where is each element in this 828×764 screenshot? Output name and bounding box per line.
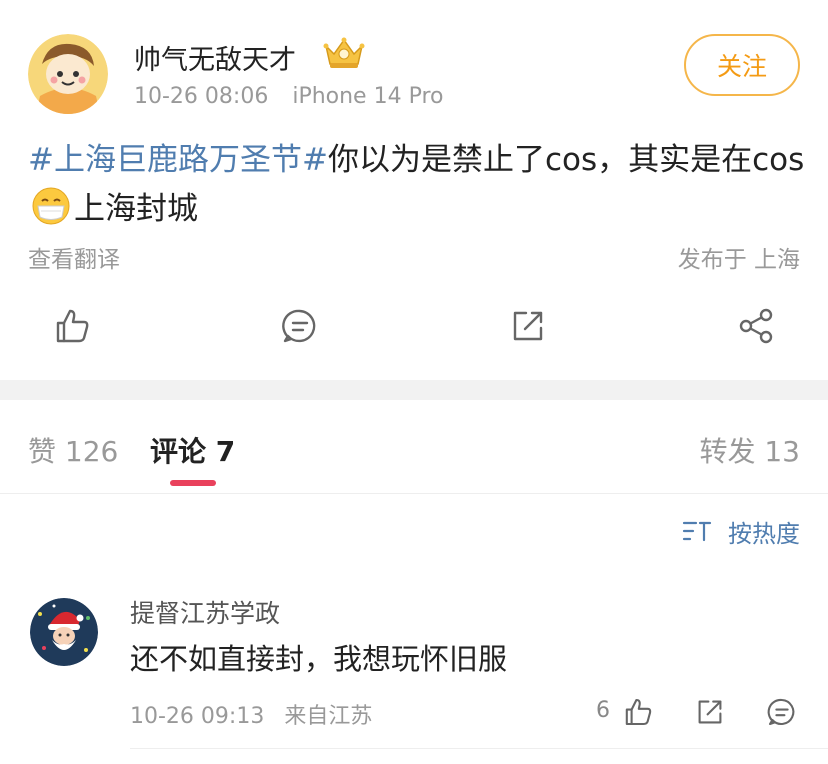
share-icon[interactable] [736, 306, 776, 346]
repost-icon[interactable] [508, 306, 548, 346]
interaction-tabs: 赞 126 评论 7 转发 13 [0, 400, 828, 494]
post-text-part1: 你以为是禁止了cos，其实是在cos [327, 142, 805, 178]
comment-source: 来自江苏 [284, 704, 373, 729]
santa-avatar-image [30, 598, 98, 666]
comment-meta: 10-26 09:13 来自江苏 [130, 698, 372, 730]
comment-time: 10-26 09:13 [130, 704, 265, 729]
tab-likes[interactable]: 赞 126 [28, 430, 118, 470]
commenter-avatar[interactable] [30, 598, 98, 666]
post-content: #上海巨鹿路万圣节#你以为是禁止了cos，其实是在cos 上海封城 [28, 136, 808, 234]
comment-like-icon[interactable] [622, 696, 654, 728]
author-name[interactable]: 帅气无敌天才 [134, 38, 296, 77]
sort-label: 按热度 [728, 519, 800, 548]
comment-reply-icon[interactable] [766, 696, 798, 728]
comment-divider [130, 748, 828, 749]
vip-crown-icon[interactable] [322, 36, 366, 70]
post-text-part2: 上海封城 [74, 191, 198, 227]
tab-comments[interactable]: 评论 7 [150, 430, 235, 470]
active-tab-indicator [170, 480, 216, 486]
tab-reposts[interactable]: 转发 13 [699, 430, 800, 470]
sort-by-hot-button[interactable]: 按热度 [682, 514, 800, 548]
post-card: 帅气无敌天才 10-26 08:06 iPhone 14 Pro 关注 #上海巨鹿… [0, 0, 828, 380]
sort-icon [682, 519, 714, 543]
translate-link[interactable]: 查看翻译 [28, 240, 120, 274]
post-device: iPhone 14 Pro [292, 84, 444, 109]
weibo-post-screen: 帅气无敌天才 10-26 08:06 iPhone 14 Pro 关注 #上海巨鹿… [0, 0, 828, 764]
post-time: 10-26 08:06 [134, 84, 269, 109]
commenter-name[interactable]: 提督江苏学政 [130, 594, 280, 630]
post-location: 发布于 上海 [677, 247, 800, 273]
comment-repost-icon[interactable] [694, 696, 726, 728]
author-avatar[interactable] [28, 34, 108, 114]
follow-button[interactable]: 关注 [684, 34, 800, 96]
like-icon[interactable] [52, 306, 92, 346]
comment-icon[interactable] [280, 306, 320, 346]
topic-link[interactable]: #上海巨鹿路万圣节# [28, 142, 328, 178]
post-meta: 10-26 08:06 iPhone 14 Pro [134, 84, 443, 109]
comment-like-count: 6 [596, 698, 610, 723]
section-separator [0, 380, 828, 400]
mask-face-emoji-icon [31, 186, 71, 226]
comment-text: 还不如直接封，我想玩怀旧服 [130, 642, 508, 676]
cartoon-avatar-image [28, 34, 108, 114]
